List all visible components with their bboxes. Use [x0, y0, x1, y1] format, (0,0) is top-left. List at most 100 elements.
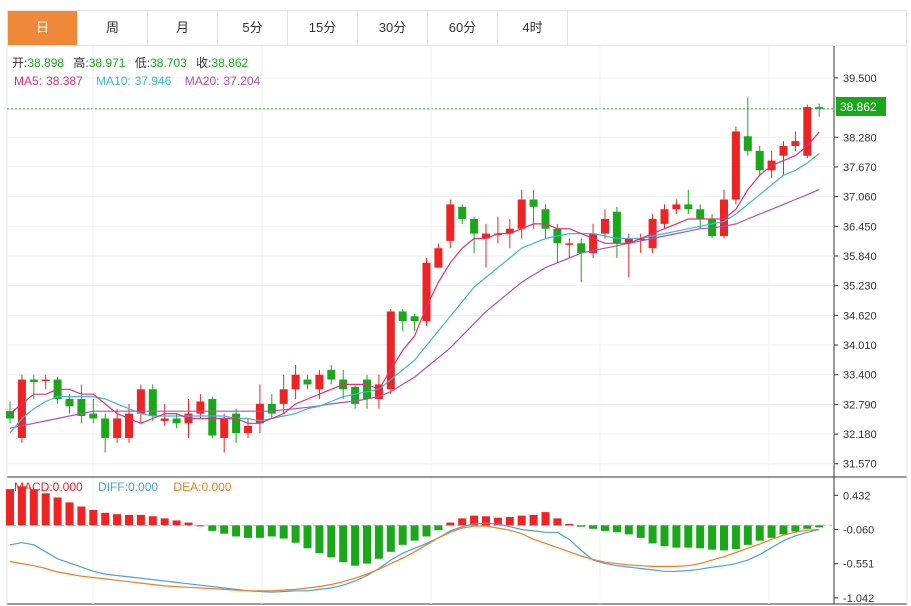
- macd-value: 0.000: [53, 480, 83, 494]
- macd-bar: [41, 493, 50, 526]
- price-tick-label: 33.400: [843, 370, 877, 382]
- price-tick-label: 36.450: [843, 221, 877, 233]
- macd-bar: [291, 525, 300, 543]
- candle-body: [410, 316, 419, 322]
- macd-bar: [374, 525, 383, 559]
- price-tick-label: 38.280: [843, 132, 877, 144]
- macd-bar: [101, 512, 110, 526]
- macd-bar: [208, 525, 217, 531]
- macd-bar: [89, 510, 98, 526]
- macd-bar: [172, 520, 181, 526]
- macd-bar: [232, 525, 241, 537]
- macd-bar: [648, 525, 657, 544]
- macd-bar: [303, 525, 312, 549]
- candle-body: [6, 411, 14, 419]
- ma10-value: 37.946: [135, 74, 172, 88]
- macd-bar: [612, 525, 621, 533]
- price-tick-label: 32.180: [843, 429, 877, 441]
- price-tick-label: 31.570: [843, 459, 877, 471]
- macd-bar: [708, 525, 717, 550]
- price-tick-label: 35.230: [843, 281, 877, 293]
- candle-body: [327, 369, 336, 380]
- candle-body: [363, 379, 371, 400]
- macd-legend: MACD:0.000 DIFF:0.000 DEA:0.000: [14, 480, 232, 494]
- price-tick-label: 34.620: [843, 310, 877, 322]
- macd-bar: [125, 514, 133, 526]
- macd-bar: [529, 514, 538, 526]
- macd-bar: [505, 516, 514, 526]
- candlestick-series: [6, 97, 824, 453]
- macd-bar: [386, 525, 395, 552]
- ma20-line: [9, 189, 820, 429]
- macd-bar: [327, 525, 336, 558]
- ma5-label: MA5:: [14, 74, 42, 88]
- open-label: 开:: [12, 56, 27, 70]
- candle-body: [160, 418, 169, 421]
- macd-bar: [743, 525, 752, 545]
- macd-bar: [398, 525, 407, 545]
- close-value: 38.862: [212, 56, 249, 70]
- macd-bar: [767, 525, 776, 538]
- macd-bar: [589, 525, 598, 529]
- candle-body: [458, 206, 467, 219]
- macd-bar: [696, 525, 705, 549]
- macd-bar: [220, 525, 229, 534]
- candle-body: [660, 209, 669, 224]
- macd-bar: [731, 525, 740, 550]
- candle-body: [29, 379, 38, 382]
- open-value: 38.898: [27, 56, 64, 70]
- macd-bar: [565, 523, 574, 526]
- ma5-line: [9, 131, 820, 424]
- candle-body: [684, 204, 693, 210]
- candle-body: [470, 218, 479, 234]
- macd-bar: [410, 525, 419, 541]
- ma10-line: [9, 153, 820, 434]
- macd-tick-label: 0.432: [843, 490, 871, 502]
- price-tick-label: 37.670: [843, 162, 877, 174]
- macd-bar: [77, 506, 86, 526]
- last-price-tag: 38.862: [836, 97, 886, 116]
- diff-value: 0.000: [128, 480, 158, 494]
- moving-average-lines: [9, 131, 820, 434]
- candle-body: [434, 248, 443, 268]
- macd-bar: [446, 522, 455, 526]
- candle-body: [244, 425, 252, 434]
- candle-body: [577, 243, 586, 254]
- candle-body: [743, 136, 752, 151]
- macd-bar: [553, 518, 562, 526]
- candle-body: [17, 379, 26, 438]
- macd-bar: [351, 525, 360, 566]
- macd-bar: [803, 525, 812, 529]
- macd-bar: [6, 489, 14, 526]
- ma10-label: MA10:: [96, 74, 131, 88]
- candle-body: [398, 311, 407, 322]
- candle-body: [315, 374, 324, 390]
- ohlc-readout: 开:38.898 高:38.971 低:38.703 收:38.862: [12, 55, 249, 70]
- candle-body: [220, 418, 229, 438]
- candle-body: [529, 199, 538, 207]
- price-tick-label: 37.060: [843, 192, 877, 204]
- macd-bar: [684, 525, 693, 548]
- candle-body: [41, 379, 50, 382]
- ma20-value: 37.204: [223, 74, 260, 88]
- macd-bar: [65, 502, 74, 526]
- candle-body: [791, 141, 800, 147]
- price-tick-label: 39.500: [843, 73, 877, 85]
- candle-body: [601, 218, 609, 234]
- candle-body: [731, 131, 740, 200]
- macd-bar: [636, 525, 645, 538]
- ma-legend: MA5: 38.387 MA10: 37.946 MA20: 37.204: [14, 74, 261, 88]
- high-value: 38.971: [89, 56, 126, 70]
- macd-bar: [339, 525, 348, 563]
- macd-tick-label: -0.060: [843, 525, 874, 537]
- candle-body: [779, 146, 788, 156]
- macd-bar: [720, 525, 728, 551]
- macd-bar: [363, 525, 371, 564]
- macd-bar: [196, 525, 205, 527]
- macd-bar: [815, 525, 824, 528]
- macd-bar: [755, 525, 764, 541]
- candle-body: [101, 418, 110, 438]
- macd-bar: [136, 514, 145, 526]
- candle-body: [720, 199, 728, 237]
- macd-bar: [577, 525, 586, 527]
